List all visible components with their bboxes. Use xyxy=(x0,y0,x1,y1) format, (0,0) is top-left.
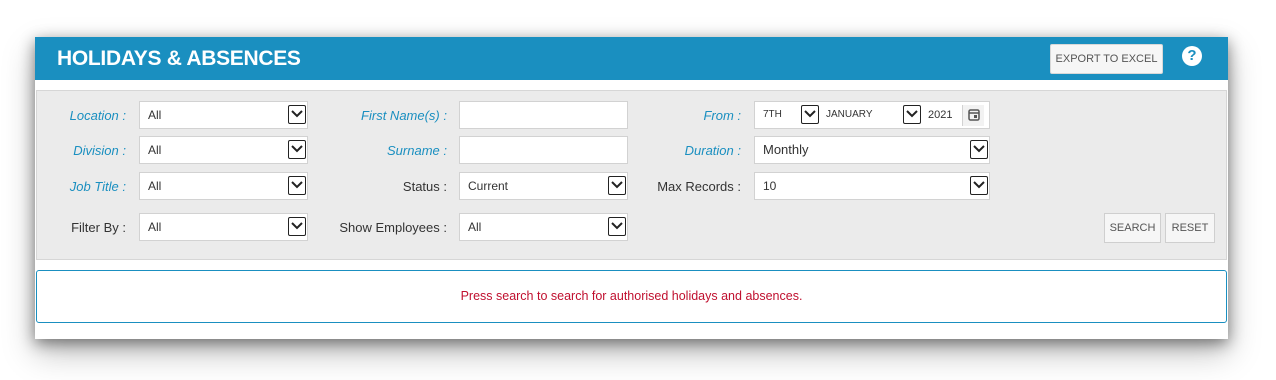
max-records-label: Max Records : xyxy=(657,179,741,194)
chevron-down-icon xyxy=(970,176,988,195)
status-label: Status : xyxy=(402,179,447,194)
from-label: From : xyxy=(703,108,741,123)
from-day-value: 7TH xyxy=(763,109,782,120)
show-employees-label: Show Employees : xyxy=(339,220,447,235)
first-names-label: First Name(s) : xyxy=(361,108,447,123)
surname-label: Surname : xyxy=(387,143,447,158)
day-dropdown[interactable] xyxy=(801,105,819,124)
location-value: All xyxy=(148,108,162,122)
chevron-down-icon xyxy=(608,176,626,195)
page-title: HOLIDAYS & ABSENCES xyxy=(57,47,301,70)
division-label: Division : xyxy=(73,143,126,158)
division-value: All xyxy=(148,143,162,157)
job-title-select[interactable]: All xyxy=(139,172,308,200)
filter-by-value: All xyxy=(148,220,162,234)
panel-header: HOLIDAYS & ABSENCES EXPORT TO EXCEL ? xyxy=(35,37,1228,80)
month-dropdown[interactable] xyxy=(903,105,921,124)
search-button[interactable]: SEARCH xyxy=(1104,213,1161,243)
from-year-value: 2021 xyxy=(928,109,953,121)
filter-panel: Location : All Division : All Job Title … xyxy=(36,90,1227,260)
chevron-down-icon xyxy=(608,217,626,236)
status-value: Current xyxy=(468,179,509,193)
from-month-value: JANUARY xyxy=(826,109,873,120)
holidays-absences-panel: HOLIDAYS & ABSENCES EXPORT TO EXCEL ? Lo… xyxy=(35,37,1228,339)
filter-by-select[interactable]: All xyxy=(139,213,308,241)
surname-input[interactable] xyxy=(459,136,628,164)
filter-by-label: Filter By : xyxy=(71,220,126,235)
chevron-down-icon xyxy=(970,140,988,159)
info-message: Press search to search for authorised ho… xyxy=(460,289,803,303)
location-label: Location : xyxy=(69,108,126,123)
results-message-box: Press search to search for authorised ho… xyxy=(36,270,1227,323)
location-select[interactable]: All xyxy=(139,101,308,129)
duration-value: Monthly xyxy=(763,142,809,157)
reset-button[interactable]: RESET xyxy=(1165,213,1215,243)
duration-select[interactable]: Monthly xyxy=(754,136,990,164)
help-icon[interactable]: ? xyxy=(1182,46,1202,66)
job-title-value: All xyxy=(148,179,162,193)
show-employees-select[interactable]: All xyxy=(459,213,628,241)
max-records-select[interactable]: 10 xyxy=(754,172,990,200)
duration-label: Duration : xyxy=(684,143,741,158)
calendar-icon[interactable] xyxy=(962,105,984,126)
export-to-excel-button[interactable]: EXPORT TO EXCEL xyxy=(1050,44,1163,74)
show-employees-value: All xyxy=(468,220,482,234)
status-select[interactable]: Current xyxy=(459,172,628,200)
division-select[interactable]: All xyxy=(139,136,308,164)
first-names-input[interactable] xyxy=(459,101,628,129)
from-date-picker[interactable]: 7TH JANUARY 2021 xyxy=(754,101,990,129)
max-records-value: 10 xyxy=(763,179,777,193)
job-title-label: Job Title : xyxy=(69,179,126,194)
